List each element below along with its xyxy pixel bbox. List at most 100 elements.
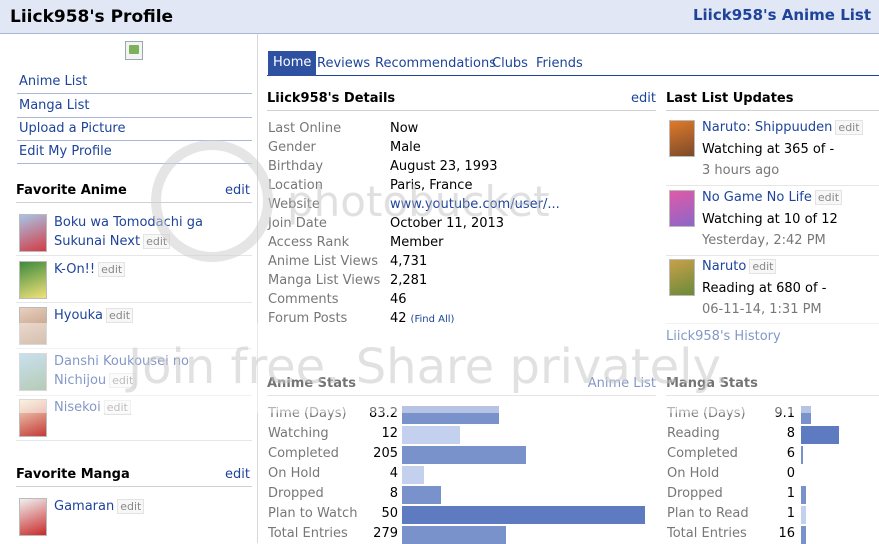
favorite-manga-item[interactable]: Gamaran edit (16, 495, 252, 539)
favorite-anime-thumbnail[interactable] (19, 307, 47, 345)
details-value: 46 (390, 290, 407, 309)
find-all-posts-link[interactable]: (Find All) (411, 314, 455, 325)
favorite-anime-item[interactable]: Boku wa Tomodachi ga Sukunai Next edit (16, 211, 252, 256)
tab-recommendations[interactable]: Recommendations (375, 56, 496, 72)
details-label: Gender (268, 140, 316, 155)
favorite-anime-thumbnail[interactable] (19, 353, 47, 391)
list-update-title[interactable]: No Game No Life (702, 190, 812, 205)
anime-stats-value: 83.2 (369, 406, 398, 421)
manga-stats-row: Time (Days) 9.1 (667, 404, 839, 424)
favorite-anime-edit-button[interactable]: edit (109, 373, 137, 388)
list-update-title-link[interactable]: Naruto edit (702, 258, 777, 275)
list-update-title-link[interactable]: Naruto: Shippuuden edit (702, 119, 863, 136)
manga-stats-heading: Manga Stats (666, 374, 879, 396)
avatar (125, 41, 143, 60)
list-updates-heading: Last List Updates (666, 89, 879, 111)
list-update-title[interactable]: Naruto: Shippuuden (702, 120, 832, 135)
list-update-thumbnail[interactable] (669, 259, 695, 296)
favorite-anime-edit-button[interactable]: edit (103, 400, 131, 415)
favorite-anime-title-link[interactable]: Danshi Koukousei no Nichijou edit (54, 352, 249, 390)
anime-stats-bar (402, 506, 645, 524)
favorite-anime-edit-button[interactable]: edit (105, 308, 134, 323)
favorite-anime-title-link[interactable]: Nisekoi edit (54, 398, 249, 417)
favorite-anime-title-link[interactable]: K-On!! edit (54, 260, 249, 279)
tab-reviews[interactable]: Reviews (317, 56, 370, 72)
website-url[interactable]: www.youtube.com/user/... (390, 197, 560, 212)
favorite-manga-edit-button[interactable]: edit (117, 499, 145, 514)
favorite-anime-name[interactable]: K-On!! (54, 262, 95, 277)
anime-stats-row: Time (Days) 83.2 (268, 404, 645, 424)
list-update-thumbnail[interactable] (669, 120, 695, 157)
favorite-anime-item[interactable]: Hyouka edit (16, 304, 252, 349)
manga-stats-bar (801, 406, 811, 424)
list-update-item: Naruto: Shippuuden edit Watching at 365 of… (666, 116, 879, 186)
details-value: 4,731 (390, 252, 427, 271)
list-update-time: 06-11-14, 1:31 PM (702, 302, 822, 317)
favorite-anime-item[interactable]: K-On!! edit (16, 258, 252, 303)
manga-stats-row: On Hold 0 (667, 464, 839, 484)
details-title: Liick958's Details (267, 91, 396, 106)
website-link[interactable]: www.youtube.com/user/... (390, 195, 560, 214)
favorite-manga-edit-link[interactable]: edit (225, 465, 250, 485)
favorite-anime-edit-link[interactable]: edit (225, 181, 250, 201)
anime-stats-label: Time (Days) (268, 406, 347, 421)
favorite-manga-title: Favorite Manga (16, 467, 130, 482)
tab-home[interactable]: Home (268, 51, 317, 76)
favorite-anime-item[interactable]: Nisekoi edit (16, 396, 252, 441)
anime-stats-value: 8 (389, 486, 398, 501)
favorite-anime-title-link[interactable]: Hyouka edit (54, 306, 249, 325)
favorite-anime-name[interactable]: Boku wa Tomodachi ga Sukunai Next (54, 215, 203, 249)
sidebar-link-edit-profile[interactable]: Edit My Profile (17, 143, 252, 164)
page-title: Liick958's Profile (10, 7, 174, 27)
tab-friends[interactable]: Friends (536, 56, 583, 72)
favorite-anime-name[interactable]: Hyouka (54, 308, 103, 323)
anime-list-link[interactable]: Liick958's Anime List (693, 6, 871, 24)
manga-stats-row: Completed 6 (667, 444, 839, 464)
details-edit-link[interactable]: edit (631, 89, 656, 109)
favorite-anime-name[interactable]: Nisekoi (54, 400, 101, 415)
list-update-status: Watching at 10 of 12 (702, 212, 838, 227)
favorite-manga-title-link[interactable]: Gamaran edit (54, 497, 249, 516)
anime-stats-value: 50 (381, 506, 398, 521)
sidebar: Anime List Manga List Upload a Picture E… (0, 34, 258, 543)
list-update-status: Watching at 365 of - (702, 142, 835, 157)
list-update-edit-button[interactable]: edit (749, 259, 777, 274)
page-header: Liick958's Profile Liick958's Anime List (0, 0, 879, 34)
manga-stats-label: Completed (667, 446, 738, 461)
manga-stats-row: Plan to Read 1 (667, 504, 839, 524)
details-label: Birthday (268, 159, 324, 174)
favorite-anime-title-link[interactable]: Boku wa Tomodachi ga Sukunai Next edit (54, 213, 249, 251)
details-value: August 23, 1993 (390, 157, 498, 176)
history-link[interactable]: Liick958's History (666, 329, 781, 344)
favorite-anime-thumbnail[interactable] (19, 399, 47, 437)
favorite-anime-item[interactable]: Danshi Koukousei no Nichijou edit (16, 350, 252, 396)
list-update-thumbnail[interactable] (669, 190, 695, 227)
anime-stats-value: 4 (389, 466, 398, 481)
manga-stats-bar (801, 506, 806, 524)
anime-stats-bar (402, 486, 441, 504)
details-value: Member (390, 233, 443, 252)
favorite-anime-edit-button[interactable]: edit (143, 234, 171, 249)
list-update-edit-button[interactable]: edit (835, 120, 863, 135)
details-value-text: Paris, France (390, 178, 473, 193)
favorite-anime-edit-button[interactable]: edit (98, 262, 126, 277)
list-update-title[interactable]: Naruto (702, 259, 746, 274)
sidebar-link-anime-list[interactable]: Anime List (17, 73, 252, 94)
tab-clubs[interactable]: Clubs (492, 56, 528, 72)
favorite-manga-name[interactable]: Gamaran (54, 499, 114, 514)
details-label: Access Rank (268, 235, 350, 250)
details-value-text: 42 (390, 311, 407, 326)
anime-stats-heading: Anime Stats Anime List (267, 374, 656, 396)
anime-stats-list-link[interactable]: Anime List (588, 374, 656, 394)
sidebar-link-upload-picture[interactable]: Upload a Picture (17, 120, 252, 141)
anime-stats-label: Total Entries (268, 526, 348, 541)
favorite-anime-thumbnail[interactable] (19, 214, 47, 252)
favorite-anime-thumbnail[interactable] (19, 261, 47, 299)
anime-stats-row: Completed 205 (268, 444, 645, 464)
manga-stats-label: Dropped (667, 486, 723, 501)
sidebar-link-manga-list[interactable]: Manga List (17, 97, 252, 118)
list-update-title-link[interactable]: No Game No Life edit (702, 189, 843, 206)
favorite-manga-thumbnail[interactable] (19, 498, 47, 536)
list-update-edit-button[interactable]: edit (814, 190, 843, 205)
manga-stats-value: 8 (786, 426, 795, 441)
